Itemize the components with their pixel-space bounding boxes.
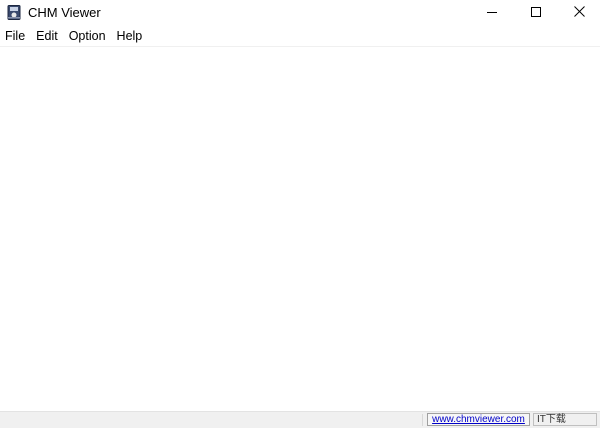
close-icon: [573, 4, 585, 22]
menu-help[interactable]: Help: [112, 27, 149, 46]
close-button[interactable]: [557, 0, 600, 26]
menu-bar: File Edit Option Help: [0, 27, 600, 46]
window-title: CHM Viewer: [28, 5, 101, 20]
chm-book-icon[interactable]: [7, 5, 21, 20]
status-pane-tail: IT下载: [533, 413, 597, 426]
minimize-icon: [487, 4, 497, 22]
maximize-icon: [531, 4, 541, 22]
status-pane-main: [2, 414, 423, 426]
maximize-button[interactable]: [514, 0, 558, 26]
document-view[interactable]: [0, 47, 600, 411]
menu-option[interactable]: Option: [64, 27, 112, 46]
chm-viewer-window: CHM Viewer File Edit Option Help www.chm…: [0, 0, 600, 428]
watermark-text: IT下载: [537, 414, 566, 425]
title-bar[interactable]: CHM Viewer: [0, 0, 600, 26]
menu-file[interactable]: File: [0, 27, 31, 46]
menu-edit[interactable]: Edit: [31, 27, 64, 46]
website-link[interactable]: www.chmviewer.com: [427, 413, 530, 426]
minimize-button[interactable]: [470, 0, 514, 26]
status-bar: www.chmviewer.com IT下载: [0, 411, 600, 428]
